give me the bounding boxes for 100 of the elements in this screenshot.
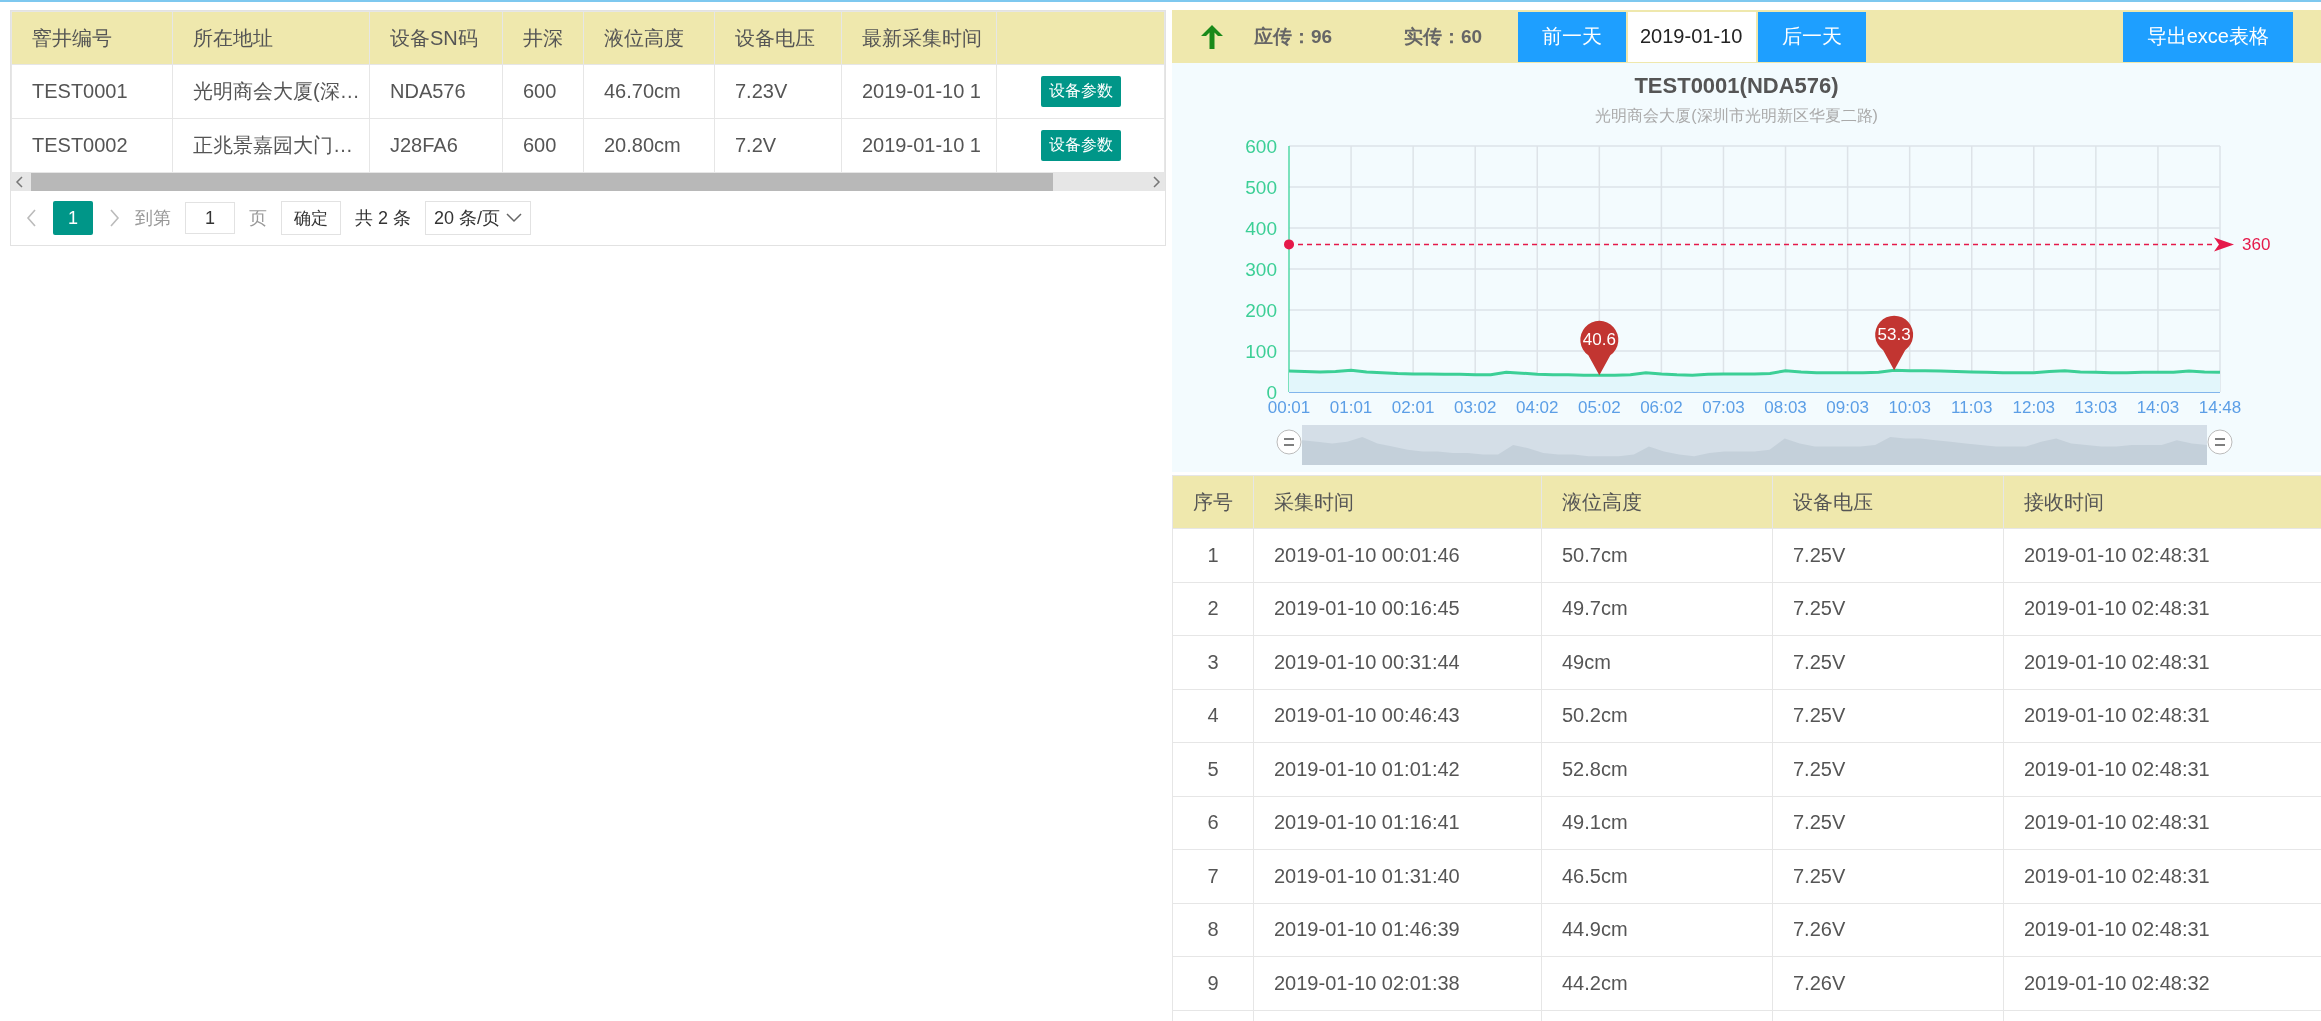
- line-start-dot: [1284, 239, 1294, 250]
- page-size-select[interactable]: 20 条/页: [425, 201, 532, 235]
- table-cell: 50.7cm: [1541, 528, 1773, 582]
- axis-label: 14:03: [2136, 398, 2180, 417]
- table-cell: 8: [1172, 903, 1254, 957]
- column-header: 设备SN码: [369, 11, 503, 65]
- up-arrow-icon[interactable]: [1200, 23, 1224, 50]
- column-header: 设备电压: [1772, 475, 2004, 529]
- table-cell: J28FA6: [369, 118, 503, 173]
- slider-handle[interactable]: [2207, 429, 2233, 455]
- axis-label: 04:02: [1516, 398, 1559, 417]
- table-cell: 7.25V: [1772, 742, 2004, 796]
- actual-count: 实传：60: [1404, 24, 1484, 49]
- table-cell: 2019-01-10 00:16:45: [1253, 582, 1542, 636]
- horizontal-scrollbar[interactable]: [11, 173, 1165, 191]
- column-header: 接收时间: [2003, 475, 2321, 529]
- axis-label: 600: [1245, 136, 1277, 157]
- axis-label: 12:03: [2012, 398, 2056, 417]
- table-cell: 46.5cm: [1541, 849, 1773, 903]
- page-button[interactable]: 1: [53, 201, 93, 235]
- table-cell: 光明商会大厦(深…: [172, 64, 370, 119]
- column-header: 窨井编号: [11, 11, 173, 65]
- table-cell: 2019-01-10 1: [841, 118, 997, 173]
- table-cell: 2019-01-10 00:31:44: [1253, 635, 1542, 689]
- line-end-arrow: [2214, 237, 2234, 252]
- axis-label: 00:01: [1267, 398, 1311, 417]
- table-cell: 7.25V: [1772, 796, 2004, 850]
- confirm-button[interactable]: 确定: [281, 201, 341, 235]
- axis-label: 400: [1245, 218, 1277, 239]
- column-header: 设备电压: [714, 11, 842, 65]
- axis-label: 06:02: [1640, 398, 1683, 417]
- table-cell: 7.2V: [714, 118, 842, 173]
- device-params-button[interactable]: 设备参数: [1040, 130, 1121, 161]
- column-header: 序号: [1172, 475, 1254, 529]
- table-cell: 52.8cm: [1541, 742, 1773, 796]
- table-cell: 20.80cm: [583, 118, 715, 173]
- table-cell: 9: [1172, 956, 1254, 1010]
- threshold-label: 360: [2242, 235, 2271, 255]
- table-cell: 正兆景嘉园大门…: [172, 118, 370, 173]
- column-header: 所在地址: [172, 11, 370, 65]
- next-day-button[interactable]: 后一天: [1758, 11, 1866, 62]
- table-cell: 2019-01-10 01:01:42: [1253, 742, 1542, 796]
- export-button[interactable]: 导出exce表格: [2122, 11, 2293, 62]
- chart-subtitle: 光明商会大厦(深圳市光明新区华夏二路): [1595, 107, 1878, 124]
- table-cell: 7.23V: [714, 64, 842, 119]
- previous-day-button[interactable]: 前一天: [1518, 11, 1626, 62]
- table-cell: 49cm: [1541, 635, 1773, 689]
- column-header: 液位高度: [583, 11, 715, 65]
- table-cell: 7.26V: [1772, 956, 2004, 1010]
- slider-handle[interactable]: [1276, 429, 1302, 455]
- axis-label: 100: [1245, 341, 1277, 362]
- table-cell: 2019-01-10 1: [841, 64, 997, 119]
- axis-label: 02:01: [1391, 398, 1435, 417]
- table-cell: 6: [1172, 796, 1254, 850]
- table-cell: 600: [502, 64, 584, 119]
- table-cell: 2019-01-10 01:31:40: [1253, 849, 1542, 903]
- column-header: 井深: [502, 11, 584, 65]
- previous-page-icon[interactable]: [25, 207, 39, 229]
- page-number-field[interactable]: 1: [185, 202, 235, 234]
- table-cell: 44.9cm: [1541, 903, 1773, 957]
- pin-marker: [1875, 315, 1914, 371]
- chart-title: TEST0001(NDA576): [1634, 73, 1839, 98]
- table-cell: 46.70cm: [583, 64, 715, 119]
- table-cell: TEST0001: [11, 64, 173, 119]
- table-cell: 5: [1172, 742, 1254, 796]
- axis-label: 500: [1245, 177, 1277, 198]
- table-cell: 2019-01-10 01:46:39: [1253, 903, 1542, 957]
- table-cell: 7.26V: [1772, 903, 2004, 957]
- table-cell: 7.25V: [1772, 582, 2004, 636]
- table-cell: 2019-01-10 00:01:46: [1253, 528, 1542, 582]
- table-cell: 2019-01-10 00:46:43: [1253, 689, 1542, 743]
- table-cell: 49.7cm: [1541, 582, 1773, 636]
- table-cell: 2019-01-10 02:01:38: [1253, 956, 1542, 1010]
- table-cell: 1: [1172, 528, 1254, 582]
- next-page-icon[interactable]: [107, 207, 121, 229]
- device-params-button[interactable]: 设备参数: [1040, 76, 1121, 107]
- page-unit-label: 页: [249, 207, 267, 230]
- table-cell: NDA576: [369, 64, 503, 119]
- data-label: 53.3: [1877, 325, 1911, 345]
- expected-count: 应传：96: [1254, 24, 1334, 49]
- table-cell: 7: [1172, 849, 1254, 903]
- table-cell: 49.1cm: [1541, 796, 1773, 850]
- table-cell: 7.25V: [1772, 689, 2004, 743]
- table-cell: 50.2cm: [1541, 689, 1773, 743]
- table-cell: 2019-01-10 01:16:41: [1253, 796, 1542, 850]
- date-field[interactable]: 2019-01-10: [1626, 10, 1758, 64]
- axis-label: 14:48: [2198, 398, 2242, 417]
- column-header: 采集时间: [1253, 475, 1542, 529]
- table-cell: 7.25V: [1772, 849, 2004, 903]
- axis-label: 08:03: [1764, 398, 1807, 417]
- axis-label: 01:01: [1329, 398, 1373, 417]
- axis-label: 05:02: [1578, 398, 1621, 417]
- column-header: 液位高度: [1541, 475, 1773, 529]
- table-cell: 3: [1172, 635, 1254, 689]
- total-count: 共 2 条: [355, 207, 411, 230]
- caret-icon: [506, 213, 523, 223]
- slider-track[interactable]: [1302, 425, 2207, 465]
- table-cell: TEST0002: [11, 118, 173, 173]
- goto-label: 到第: [135, 207, 171, 230]
- table-cell: 7.25V: [1772, 635, 2004, 689]
